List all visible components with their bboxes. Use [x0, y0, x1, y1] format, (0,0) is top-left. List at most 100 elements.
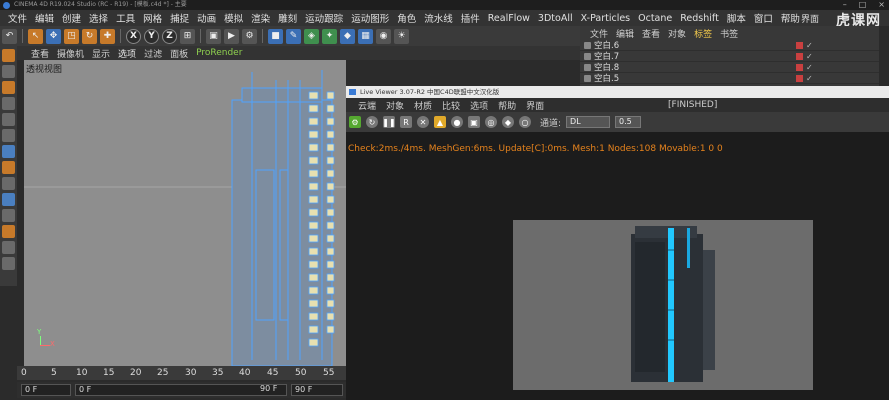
rotate-icon[interactable]: ↻: [82, 28, 97, 44]
menu-tools[interactable]: 工具: [112, 11, 139, 25]
viewport-menu-options[interactable]: 选项: [118, 47, 136, 60]
undo-icon[interactable]: ↶: [2, 28, 17, 44]
close-icon[interactable]: ×: [878, 0, 885, 10]
frame-end-field[interactable]: 90 F: [291, 384, 343, 396]
viewport-menu-cameras[interactable]: 摄像机: [57, 47, 84, 60]
menu-motion-tracking[interactable]: 运动跟踪: [301, 11, 347, 25]
viewport-menu-display[interactable]: 显示: [92, 47, 110, 60]
object-row[interactable]: 空白.8 ✓: [580, 62, 889, 73]
pick-white-balance-icon[interactable]: ○: [519, 116, 531, 128]
om-menu-objects[interactable]: 对象: [668, 27, 686, 40]
viewport-menu-prorender[interactable]: ProRender: [196, 48, 242, 58]
lv-menu-objects[interactable]: 对象: [386, 99, 404, 112]
viewport-menu-filter[interactable]: 过滤: [144, 47, 162, 60]
menu-create[interactable]: 创建: [58, 11, 85, 25]
settings-gear-icon[interactable]: ⚙: [349, 116, 361, 128]
om-menu-edit[interactable]: 编辑: [616, 27, 634, 40]
camera-icon[interactable]: ◉: [376, 28, 391, 44]
pen-spline-icon[interactable]: ✎: [286, 28, 301, 44]
menu-animate[interactable]: 动画: [193, 11, 220, 25]
object-row[interactable]: 空白.6 ✓: [580, 40, 889, 51]
grid-icon[interactable]: [2, 257, 15, 270]
floor-icon[interactable]: ▦: [358, 28, 373, 44]
render-settings-icon[interactable]: ⚙: [242, 28, 257, 44]
enable-check-icon[interactable]: ✓: [806, 52, 813, 61]
pause-icon[interactable]: ❚❚: [382, 116, 396, 128]
menu-sculpt[interactable]: 雕刻: [274, 11, 301, 25]
om-menu-view[interactable]: 查看: [642, 27, 660, 40]
render-output-image[interactable]: [513, 220, 813, 390]
object-row[interactable]: 空白.5 ✓: [580, 73, 889, 84]
menu-help[interactable]: 帮助: [777, 11, 804, 25]
om-menu-bookmarks[interactable]: 书签: [720, 27, 738, 40]
scale-icon[interactable]: ◳: [64, 28, 79, 44]
clay-mode-icon[interactable]: ●: [451, 116, 463, 128]
object-row[interactable]: 空白.7 ✓: [580, 51, 889, 62]
object-manager-scrollbar[interactable]: [879, 26, 889, 90]
menu-x-particles[interactable]: X-Particles: [577, 13, 635, 24]
region-render-icon[interactable]: R: [400, 116, 412, 128]
points-mode-icon[interactable]: [2, 113, 15, 126]
perspective-viewport[interactable]: 透视视图 Y X: [24, 60, 346, 366]
menu-edit[interactable]: 编辑: [31, 11, 58, 25]
menu-3dtoall[interactable]: 3DtoAll: [534, 13, 577, 24]
coordinate-system-icon[interactable]: ⊞: [180, 28, 195, 44]
maximize-icon[interactable]: □: [859, 0, 867, 10]
layers-icon[interactable]: [2, 241, 15, 254]
pick-focus-icon[interactable]: ◎: [485, 116, 497, 128]
menu-pipeline[interactable]: 流水线: [420, 11, 457, 25]
minimize-icon[interactable]: –: [843, 0, 847, 10]
pick-material-icon[interactable]: ◆: [502, 116, 514, 128]
layout-switcher[interactable]: 界面: [801, 12, 819, 25]
om-menu-file[interactable]: 文件: [590, 27, 608, 40]
render-view-icon[interactable]: ▣: [206, 28, 221, 44]
menu-realflow[interactable]: RealFlow: [484, 13, 534, 24]
visibility-flag-icon[interactable]: [796, 42, 803, 49]
enable-check-icon[interactable]: ✓: [806, 74, 813, 83]
lv-menu-interface[interactable]: 界面: [526, 99, 544, 112]
live-select-icon[interactable]: ↖: [28, 28, 43, 44]
menu-mesh[interactable]: 网格: [139, 11, 166, 25]
axis-mode-icon[interactable]: [2, 161, 15, 174]
menu-redshift[interactable]: Redshift: [676, 13, 723, 24]
menu-simulate[interactable]: 模拟: [220, 11, 247, 25]
value-field[interactable]: 0.5: [615, 116, 642, 128]
stop-icon[interactable]: ✕: [417, 116, 429, 128]
recent-tool-icon[interactable]: ✚: [100, 28, 115, 44]
polygons-mode-icon[interactable]: [2, 145, 15, 158]
frame-range-slider[interactable]: 0 F: [75, 384, 287, 396]
visibility-flag-icon[interactable]: [796, 75, 803, 82]
timeline-ruler[interactable]: 0 5 10 15 20 25 30 35 40 45 50 55: [17, 366, 346, 380]
model-mode-icon[interactable]: [2, 65, 15, 78]
make-editable-icon[interactable]: [2, 49, 15, 62]
x-axis-lock-icon[interactable]: X: [126, 28, 141, 44]
cube-icon[interactable]: ■: [268, 28, 283, 44]
menu-plugins[interactable]: 插件: [457, 11, 484, 25]
viewport-menu-view[interactable]: 查看: [31, 47, 49, 60]
z-axis-lock-icon[interactable]: Z: [162, 28, 177, 44]
lv-menu-help[interactable]: 帮助: [498, 99, 516, 112]
enable-check-icon[interactable]: ✓: [806, 41, 813, 50]
menu-snap[interactable]: 捕捉: [166, 11, 193, 25]
frame-start-field[interactable]: 0 F: [21, 384, 71, 396]
menu-script[interactable]: 脚本: [723, 11, 750, 25]
light-icon[interactable]: ☀: [394, 28, 409, 44]
menu-character[interactable]: 角色: [393, 11, 420, 25]
snap-icon[interactable]: [2, 193, 15, 206]
menu-octane[interactable]: Octane: [634, 13, 676, 24]
menu-select[interactable]: 选择: [85, 11, 112, 25]
tweak-mode-icon[interactable]: [2, 177, 15, 190]
move-icon[interactable]: ✥: [46, 28, 61, 44]
workplane-icon[interactable]: [2, 97, 15, 110]
save-image-icon[interactable]: ▣: [468, 116, 480, 128]
y-axis-lock-icon[interactable]: Y: [144, 28, 159, 44]
lock-icon[interactable]: ▲: [434, 116, 446, 128]
solo-icon[interactable]: [2, 209, 15, 222]
lv-menu-cloud[interactable]: 云端: [358, 99, 376, 112]
lv-menu-materials[interactable]: 材质: [414, 99, 432, 112]
visibility-flag-icon[interactable]: [796, 64, 803, 71]
render-picture-viewer-icon[interactable]: ▶: [224, 28, 239, 44]
menu-file[interactable]: 文件: [4, 11, 31, 25]
deformer-icon[interactable]: ◆: [340, 28, 355, 44]
lv-menu-options[interactable]: 选项: [470, 99, 488, 112]
